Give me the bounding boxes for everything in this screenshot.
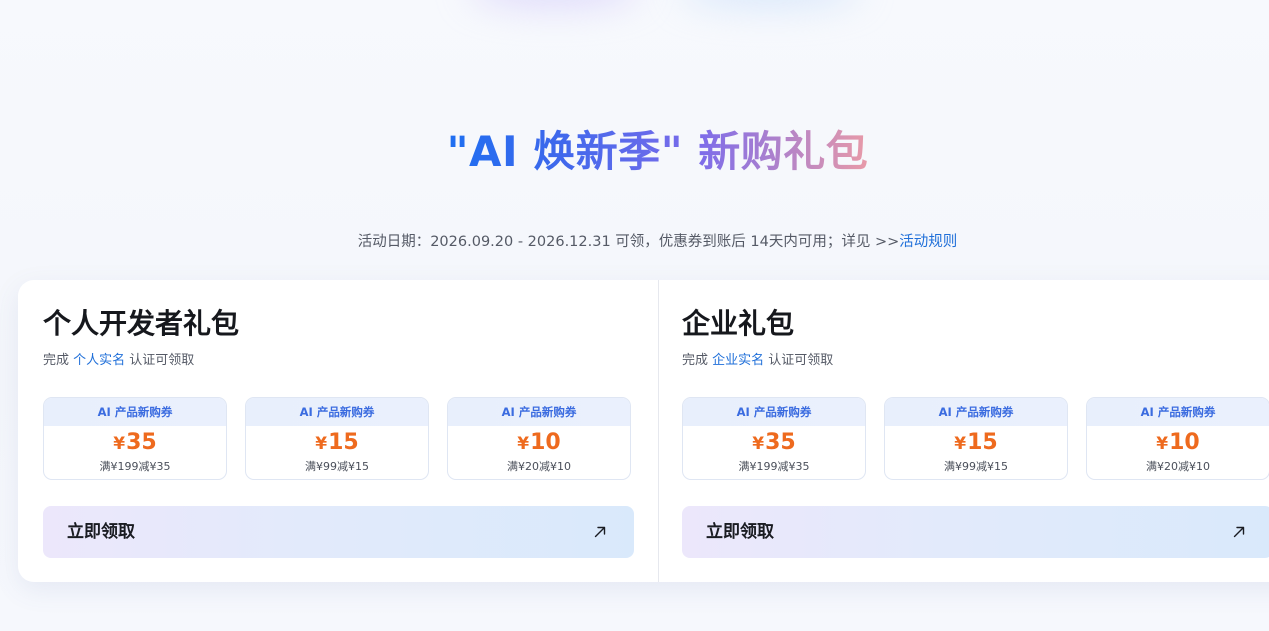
coupon-card: AI 产品新购券 ¥10 满¥20减¥10 [1086, 397, 1269, 480]
currency-symbol: ¥ [113, 434, 126, 454]
pack-desc-prefix: 完成 [43, 353, 74, 368]
arrow-up-right-icon [1233, 526, 1245, 538]
coupon-value: 15 [328, 430, 359, 455]
pack-desc-suffix: 认证可领取 [125, 353, 195, 368]
claim-personal-pack-button[interactable]: 立即领取 [43, 506, 634, 558]
coupon-value: 10 [1169, 430, 1200, 455]
coupon-label: AI 产品新购券 [683, 398, 865, 426]
currency-symbol: ¥ [1156, 434, 1169, 454]
coupon-label: AI 产品新购券 [1087, 398, 1269, 426]
page-title: "AI 焕新季" 新购礼包 [0, 124, 1269, 180]
enterprise-pack: 企业礼包 完成 企业实名 认证可领取 AI 产品新购券 ¥35 满¥199减¥3… [682, 280, 1269, 582]
pack-desc-suffix: 认证可领取 [764, 353, 834, 368]
pack-description: 完成 个人实名 认证可领取 [43, 351, 194, 371]
coupon-amount: ¥15 [885, 428, 1067, 458]
personal-developer-pack: 个人开发者礼包 完成 个人实名 认证可领取 AI 产品新购券 ¥35 满¥199… [43, 280, 643, 582]
currency-symbol: ¥ [954, 434, 967, 454]
coupon-value: 35 [126, 430, 157, 455]
coupon-label: AI 产品新购券 [44, 398, 226, 426]
coupon-card: AI 产品新购券 ¥10 满¥20减¥10 [447, 397, 631, 480]
coupon-amount: ¥10 [1087, 428, 1269, 458]
pack-description: 完成 企业实名 认证可领取 [682, 351, 833, 371]
coupon-condition: 满¥20减¥10 [507, 460, 571, 473]
coupon-condition: 满¥20减¥10 [1146, 460, 1210, 473]
pack-title: 企业礼包 [682, 307, 795, 340]
page-title-text: "AI 焕新季" 新购礼包 [446, 127, 869, 176]
arrow-up-right-icon [594, 526, 606, 538]
coupon-value: 35 [765, 430, 796, 455]
coupon-amount: ¥35 [44, 428, 226, 458]
personal-verification-link[interactable]: 个人实名 [73, 353, 125, 368]
coupon-condition: 满¥199减¥35 [99, 460, 171, 473]
coupon-card: AI 产品新购券 ¥35 满¥199减¥35 [682, 397, 866, 480]
coupon-value: 10 [530, 430, 561, 455]
panel-divider [658, 280, 659, 582]
currency-symbol: ¥ [517, 434, 530, 454]
claim-button-label: 立即领取 [706, 522, 774, 542]
activity-dates-text: 活动日期：2026.09.20 - 2026.12.31 可领，优惠券到账后 1… [357, 234, 900, 250]
coupon-card: AI 产品新购券 ¥15 满¥99减¥15 [884, 397, 1068, 480]
coupon-label: AI 产品新购券 [885, 398, 1067, 426]
pack-title: 个人开发者礼包 [43, 307, 240, 340]
coupon-label: AI 产品新购券 [246, 398, 428, 426]
coupon-card: AI 产品新购券 ¥15 满¥99减¥15 [245, 397, 429, 480]
currency-symbol: ¥ [752, 434, 765, 454]
coupon-value: 15 [967, 430, 998, 455]
coupon-condition: 满¥99减¥15 [944, 460, 1008, 473]
enterprise-verification-link[interactable]: 企业实名 [712, 353, 764, 368]
decorative-glow [470, 0, 640, 6]
promo-page: "AI 焕新季" 新购礼包 活动日期：2026.09.20 - 2026.12.… [0, 0, 1269, 631]
claim-enterprise-pack-button[interactable]: 立即领取 [682, 506, 1269, 558]
currency-symbol: ¥ [315, 434, 328, 454]
coupon-amount: ¥15 [246, 428, 428, 458]
pack-desc-prefix: 完成 [682, 353, 713, 368]
coupon-amount: ¥10 [448, 428, 630, 458]
coupon-amount: ¥35 [683, 428, 865, 458]
claim-button-label: 立即领取 [67, 522, 135, 542]
activity-info: 活动日期：2026.09.20 - 2026.12.31 可领，优惠券到账后 1… [0, 231, 1269, 253]
coupon-card: AI 产品新购券 ¥35 满¥199减¥35 [43, 397, 227, 480]
coupon-condition: 满¥199减¥35 [738, 460, 810, 473]
coupon-label: AI 产品新购券 [448, 398, 630, 426]
decorative-glow [680, 0, 860, 6]
coupon-condition: 满¥99减¥15 [305, 460, 369, 473]
activity-rules-link[interactable]: 活动规则 [899, 234, 957, 250]
